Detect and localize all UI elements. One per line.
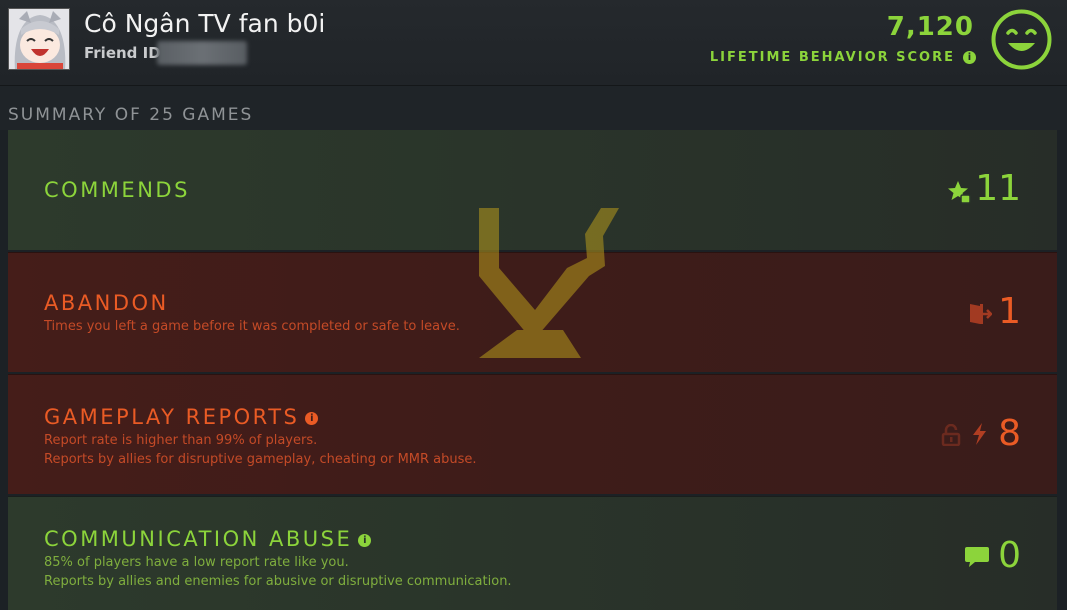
gameplay-reports-description-2: Reports by allies for disruptive gamepla…: [44, 452, 477, 467]
star-thumbs-up-icon: [947, 180, 971, 208]
friend-id-label: Friend ID:: [84, 44, 167, 62]
gameplay-reports-value: 8: [998, 413, 1021, 454]
smiley-face-icon: [991, 9, 1052, 70]
communication-abuse-title: COMMUNICATION ABUSE i: [44, 527, 372, 551]
communication-abuse-value: 0: [998, 535, 1021, 576]
abandon-title: ABANDON: [44, 291, 169, 315]
friend-id-value-redacted: [157, 41, 247, 65]
player-name: Cô Ngân TV fan b0i: [84, 9, 326, 38]
watermark-emblem: [477, 206, 619, 360]
exit-door-icon: [968, 303, 993, 329]
gameplay-reports-description-1: Report rate is higher than 99% of player…: [44, 433, 318, 448]
behavior-score-label: LIFETIME BEHAVIOR SCORE: [709, 50, 955, 65]
communication-abuse-description-1: 85% of players have a low report rate li…: [44, 555, 349, 570]
communication-abuse-row: COMMUNICATION ABUSE i 85% of players have…: [8, 496, 1057, 610]
abandon-value: 1: [998, 291, 1021, 332]
chat-bubble-icon: [964, 545, 990, 573]
commends-value: 11: [975, 168, 1021, 209]
gameplay-reports-row: GAMEPLAY REPORTS i Report rate is higher …: [8, 374, 1057, 494]
info-icon[interactable]: i: [963, 51, 976, 64]
profile-header: Cô Ngân TV fan b0i Friend ID: 7,120 LIFE…: [0, 0, 1067, 86]
gameplay-reports-title: GAMEPLAY REPORTS i: [44, 405, 319, 429]
lock-icon: [940, 423, 962, 450]
info-icon[interactable]: i: [305, 411, 319, 425]
summary-title: SUMMARY OF 25 GAMES: [8, 105, 254, 125]
gameplay-reports-title-text: GAMEPLAY REPORTS: [44, 405, 300, 429]
behavior-score-value: 7,120: [886, 12, 974, 42]
lightning-icon: [970, 422, 988, 450]
communication-abuse-description-2: Reports by allies and enemies for abusiv…: [44, 574, 512, 589]
communication-abuse-title-text: COMMUNICATION ABUSE: [44, 527, 353, 551]
summary-rows: COMMENDS 11 ABANDON Times you left a gam…: [0, 130, 1067, 610]
commends-title: COMMENDS: [44, 178, 190, 202]
info-icon[interactable]: i: [358, 533, 372, 547]
avatar[interactable]: [8, 8, 70, 70]
abandon-description: Times you left a game before it was comp…: [44, 319, 460, 334]
